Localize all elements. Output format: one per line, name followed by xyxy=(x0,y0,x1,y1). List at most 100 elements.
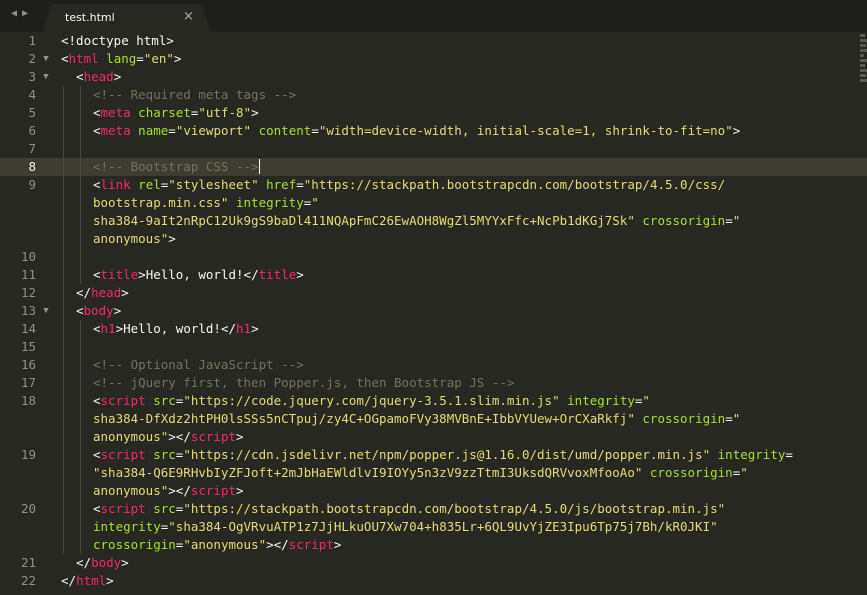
code-token: = xyxy=(311,123,319,138)
code-token: > xyxy=(113,69,122,84)
code-token: sha384-DfXdz2htPH0lsSSs5nCTpuj/zy4C+OGpa… xyxy=(93,411,635,426)
code-token: > xyxy=(173,51,182,66)
line-number xyxy=(0,518,36,536)
code-line: <link rel="stylesheet" href="https://sta… xyxy=(61,176,793,194)
code-line: bootstrap.min.css" integrity=" xyxy=(61,194,793,212)
code-token: > xyxy=(732,123,741,138)
code-token: src xyxy=(153,501,176,516)
code-token: "stylesheet" xyxy=(168,177,259,192)
code-line: anonymous"></script> xyxy=(61,482,793,500)
code-token: > xyxy=(168,231,176,246)
code-token: > xyxy=(296,267,304,282)
code-token: <!-- Bootstrap CSS --> xyxy=(93,159,259,174)
code-line: <meta charset="utf-8"> xyxy=(61,104,793,122)
code-token: script xyxy=(100,447,146,462)
code-token: < xyxy=(93,393,101,408)
code-token: > xyxy=(236,483,244,498)
fold-arrow-icon[interactable]: ▼ xyxy=(41,68,51,86)
line-number: 10 xyxy=(20,249,36,264)
code-line: <body> xyxy=(61,302,793,320)
code-line: "sha384-Q6E9RHvbIyZFJoft+2mJbHaEWldlvI9I… xyxy=(61,464,793,482)
code-token: integrity xyxy=(93,519,161,534)
code-token: "https://stackpath.bootstrapcdn.com/boot… xyxy=(183,501,726,516)
arrow-right-icon[interactable]: ▶ xyxy=(22,8,33,19)
code-token: < xyxy=(93,321,101,336)
code-token: crossorigin xyxy=(649,465,733,480)
code-token: content xyxy=(258,123,312,138)
code-token: name xyxy=(138,123,169,138)
code-token: ></ xyxy=(266,537,289,552)
editor[interactable]: 1 2 3 4 5 6 7 8 9 10 11 12 13 14 15 16 17 18 19 20 21 22 ▼ ▼ … xyxy=(0,32,867,595)
line-number xyxy=(0,482,36,500)
minimap-line xyxy=(860,69,867,72)
fold-arrow-icon[interactable]: ▼ xyxy=(41,302,51,320)
line-number: 20 xyxy=(20,501,36,516)
code-token: <!doctype html> xyxy=(61,33,174,48)
code-token: " xyxy=(732,213,741,228)
line-number: 21 xyxy=(20,555,36,570)
code-token: < xyxy=(93,267,101,282)
line-number xyxy=(0,464,36,482)
code-token: < xyxy=(93,177,101,192)
code-token: = xyxy=(725,213,733,228)
code-token: "anonymous" xyxy=(183,537,267,552)
minimap[interactable] xyxy=(860,34,867,104)
code-token: </ xyxy=(220,321,237,336)
minimap-line xyxy=(860,59,867,62)
arrow-left-icon[interactable]: ◀ xyxy=(11,8,22,19)
code-line: anonymous"></script> xyxy=(61,428,793,446)
minimap-line xyxy=(860,54,864,57)
code-token: charset xyxy=(138,105,191,120)
code-token: integrity xyxy=(567,393,635,408)
tab-nav: ◀▶ xyxy=(11,8,33,19)
code-line: sha384-9aIt2nRpC12Uk9gS9baDl411NQApFmC26… xyxy=(61,212,793,230)
code-token: src xyxy=(153,447,176,462)
code-token: "en" xyxy=(143,51,174,66)
minimap-line xyxy=(860,39,867,42)
code-token: > xyxy=(121,555,129,570)
code-token: lang xyxy=(106,51,137,66)
tab-test-html[interactable]: test.html × xyxy=(43,4,211,32)
line-number: 5 xyxy=(28,105,36,120)
code-token: bootstrap.min.css" xyxy=(93,195,229,210)
code-token: = xyxy=(136,51,144,66)
code-token: sha384-9aIt2nRpC12Uk9gS9baDl411NQApFmC26… xyxy=(93,213,635,228)
code-token: </ xyxy=(243,267,259,282)
code-area[interactable]: <!doctype html> <html lang="en"> <head> <!… xyxy=(61,32,793,590)
code-token: " xyxy=(642,393,650,408)
minimap-line xyxy=(860,64,865,67)
code-token: "https://stackpath.bootstrapcdn.com/boot… xyxy=(303,177,726,192)
code-line: anonymous"> xyxy=(61,230,793,248)
code-token: ></ xyxy=(168,483,191,498)
code-line: <!-- Bootstrap CSS --> xyxy=(61,158,793,176)
line-number: 18 xyxy=(20,393,36,408)
line-number xyxy=(0,428,36,446)
code-token: > xyxy=(106,573,114,588)
fold-arrow-icon[interactable]: ▼ xyxy=(41,50,51,68)
close-icon[interactable]: × xyxy=(183,9,194,24)
code-token: script xyxy=(288,537,334,552)
code-line: sha384-DfXdz2htPH0lsSSs5nCTpuj/zy4C+OGpa… xyxy=(61,410,793,428)
code-token: > xyxy=(251,105,259,120)
code-token: > xyxy=(236,429,244,444)
line-number: 7 xyxy=(28,141,36,156)
code-line: <script src = "https://cdn.jsdelivr.net/np… xyxy=(61,446,793,464)
code-token: "https://cdn.jsdelivr.net/npm/popper.js@… xyxy=(183,447,711,462)
code-token: </ xyxy=(76,285,92,300)
code-token: script xyxy=(190,483,236,498)
code-line: <!-- Optional JavaScript --> xyxy=(61,356,793,374)
line-number: 6 xyxy=(28,123,36,138)
code-line: integrity="sha384-OgVRvuATP1z7JjHLkuOU7X… xyxy=(61,518,793,536)
code-token: href xyxy=(266,177,297,192)
code-token: " xyxy=(732,411,741,426)
code-token: title xyxy=(100,267,139,282)
line-number xyxy=(0,194,36,212)
code-token: > xyxy=(121,285,129,300)
